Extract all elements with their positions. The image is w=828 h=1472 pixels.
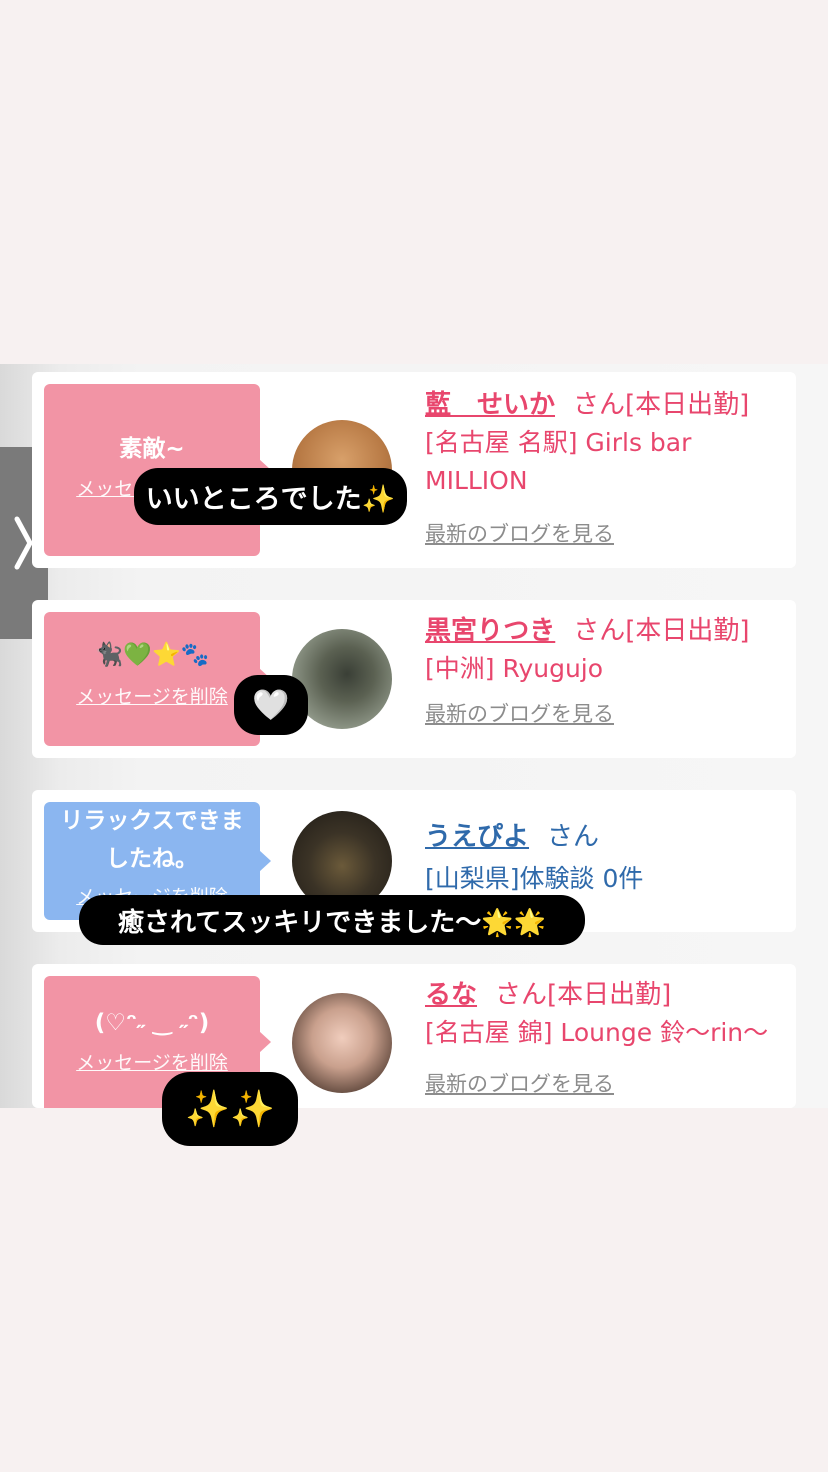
profile-name-link[interactable]: 黒宮りつき (425, 616, 555, 646)
shop-label: [中洲] Ryugujo (425, 654, 604, 683)
latest-blog-link[interactable]: 最新のブログを見る (425, 1068, 785, 1098)
profile-info: 藍 せいか さん[本日出勤] [名古屋 名駅] Girls bar MILLION… (425, 386, 785, 548)
message-bubble: 🐈‍⬛💚⭐️🐾 メッセージを削除 (44, 612, 271, 746)
message-card: (♡ᵔ˶ ‿ ˶ᵔ) メッセージを削除 るな さん[本日出勤] [名古屋 錦] L… (32, 964, 796, 1108)
profile-info: るな さん[本日出勤] [名古屋 錦] Lounge 鈴〜rin〜 最新のブログを… (425, 976, 785, 1098)
message-text: 🐈‍⬛💚⭐️🐾 (94, 642, 210, 668)
message-text: 素敵~ (119, 436, 185, 462)
latest-blog-link[interactable]: 最新のブログを見る (425, 698, 785, 728)
overlay-label: 癒されてスッキリできました〜🌟🌟 (79, 895, 585, 945)
profile-name-link[interactable]: 藍 せいか (425, 390, 555, 420)
honorific: さん (573, 616, 626, 646)
shop-label: [山梨県]体験談 0件 (425, 864, 644, 893)
avatar[interactable] (292, 993, 392, 1093)
message-card: 🐈‍⬛💚⭐️🐾 メッセージを削除 黒宮りつき さん[本日出勤] [中洲] Ryug… (32, 600, 796, 758)
message-text: (♡ᵔ˶ ‿ ˶ᵔ) (94, 1010, 210, 1036)
profile-info: 黒宮りつき さん[本日出勤] [中洲] Ryugujo 最新のブログを見る (425, 612, 785, 728)
status-badge: [本日出勤] (625, 390, 750, 420)
profile-info: うえぴよ さん [山梨県]体験談 0件 (425, 818, 785, 898)
profile-name-link[interactable]: るな (425, 980, 477, 1010)
latest-blog-link[interactable]: 最新のブログを見る (425, 518, 785, 548)
delete-message-link[interactable]: メッセージを削除 (67, 1048, 237, 1075)
overlay-label: 🤍 (234, 675, 308, 735)
overlay-label: ✨✨ (162, 1072, 298, 1146)
honorific: さん (495, 980, 548, 1010)
honorific: さん (547, 822, 600, 852)
profile-name-link[interactable]: うえぴよ (425, 822, 529, 852)
overlay-label: いいところでした✨ (134, 468, 407, 525)
status-badge: [本日出勤] (625, 616, 750, 646)
delete-message-link[interactable]: メッセージを削除 (67, 682, 237, 709)
honorific: さん (573, 390, 626, 420)
shop-label: [名古屋 名駅] Girls bar MILLION (425, 428, 692, 495)
message-text: リラックスできましたね。 (60, 808, 244, 872)
shop-label: [名古屋 錦] Lounge 鈴〜rin〜 (425, 1018, 769, 1047)
status-badge: [本日出勤] (547, 980, 672, 1010)
